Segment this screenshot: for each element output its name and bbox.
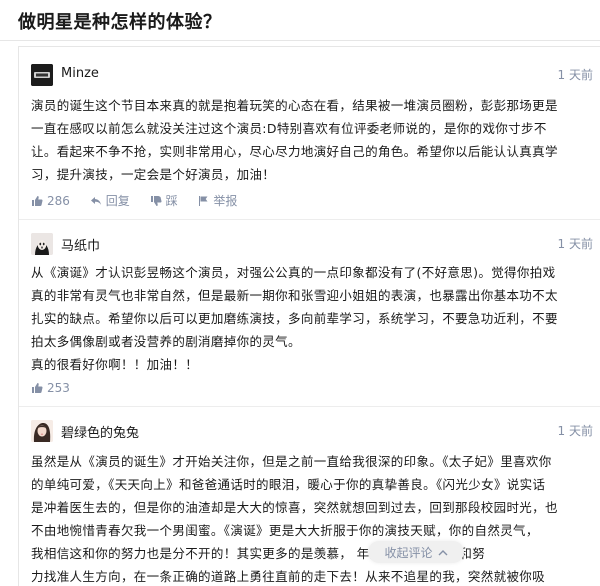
comment-time: 1 天前	[557, 68, 593, 82]
dislike-label: 踩	[165, 194, 178, 208]
comment-text: 演员的诞生这个节目本来真的就是抱着玩笑的心态在看，结果被一堆演员圈粉，彭彭那场更…	[31, 94, 593, 186]
comment-line: 不由地惋惜青春欠我一个男闺蜜。《演诞》更是大大折服于你的演技天赋，你的自然灵气，	[31, 523, 539, 538]
chevron-up-icon	[438, 549, 447, 555]
reply-button[interactable]: 回复	[90, 192, 130, 209]
comment-line: 习，提升演技，一定会是个好演员，加油！	[31, 167, 276, 182]
comment-header: 碧绿色的兔兔 1 天前	[31, 419, 599, 443]
comment-line: 真的很看好你啊！！加油！！	[31, 357, 199, 372]
comment-line: 真的非常有灵气也非常自然，但是最新一期你和张雪迎小姐姐的表演，也暴露出你基本功不…	[31, 288, 558, 303]
collapse-comments-button[interactable]: 收起评论	[368, 541, 464, 563]
report-button[interactable]: 举报	[197, 192, 237, 209]
flag-icon	[199, 195, 208, 206]
author-name[interactable]: 碧绿色的兔兔	[61, 422, 139, 441]
comment-actions: 286 回复 踩 举报	[31, 192, 253, 210]
avatar[interactable]	[31, 420, 53, 442]
author-name[interactable]: Minze	[61, 66, 99, 81]
comment-line: 演员的诞生这个节目本来真的就是抱着玩笑的心态在看，结果被一堆演员圈粉，彭彭那场更…	[31, 98, 558, 113]
reply-label: 回复	[105, 194, 130, 208]
comments-panel: Minze 1 天前 演员的诞生这个节目本来真的就是抱着玩笑的心态在看，结果被一…	[18, 46, 600, 586]
comment-line: 我相信这和你的努力也是分不开的！其实更多的是羡慕， 年纪就能凭借天赋和努	[31, 546, 486, 561]
comment-header: Minze 1 天前	[31, 63, 599, 87]
comment-line: 拍太多偶像剧或者没营养的剧消磨掉你的灵气。	[31, 334, 301, 349]
reply-icon	[90, 196, 101, 205]
comment-header: 马纸巾 1 天前	[31, 232, 599, 256]
comment-line: 虽然是从《演员的诞生》才开始关注你，但是之前一直给我很深的印象。《太子妃》里喜欢…	[31, 454, 552, 469]
comment-line: 是冲着医生去的，但是你的油渣却是大大的惊喜，突然就想回到过去，回到那段校园时光，…	[31, 500, 558, 515]
like-button[interactable]: 286	[31, 194, 70, 208]
comment-divider	[19, 219, 600, 220]
title-divider	[0, 40, 600, 41]
thumbs-down-icon	[150, 195, 162, 206]
comment-line: 一直在感叹以前怎么就没关注过这个演员:D特别喜欢有位评委老师说的，是你的戏你寸步…	[31, 121, 547, 136]
comment-divider	[19, 406, 600, 407]
avatar[interactable]	[31, 233, 53, 255]
dislike-button[interactable]: 踩	[150, 192, 178, 209]
thumbs-up-icon	[32, 382, 43, 393]
comment-line: 从《演诞》才认识彭昱畅这个演员，对强公公真的一点印象都没有了(不好意思)。觉得你…	[31, 265, 556, 280]
comment-time: 1 天前	[557, 424, 593, 438]
like-button[interactable]: 253	[31, 381, 70, 395]
like-count: 253	[47, 380, 70, 395]
comment-text: 虽然是从《演员的诞生》才开始关注你，但是之前一直给我很深的印象。《太子妃》里喜欢…	[31, 450, 593, 586]
comment-actions: 253	[31, 380, 86, 398]
comment-text: 从《演诞》才认识彭昱畅这个演员，对强公公真的一点印象都没有了(不好意思)。觉得你…	[31, 261, 593, 376]
page-title: 做明星是种怎样的体验？	[18, 12, 222, 33]
collapse-label: 收起评论	[384, 545, 433, 560]
like-count: 286	[47, 193, 70, 208]
comment-line: 的单纯可爱，《天天向上》和爸爸通话时的眼泪，暖心于你的真挚善良。《闪光少女》说实…	[31, 477, 546, 492]
comment-line: 力找准人生方向，在一条正确的道路上勇往直前的走下去！从来不追星的我，突然就被你吸	[31, 569, 546, 584]
comment-line: 扎实的缺点。希望你以后可以更加磨练演技，多向前辈学习，系统学习，不要急功近利，不…	[31, 311, 558, 326]
thumbs-up-icon	[32, 195, 43, 206]
comment-line: 让。看起来不争不抢，实则非常用心，尽心尽力地演好自己的角色。希望你以后能认认真真…	[31, 144, 558, 159]
author-name[interactable]: 马纸巾	[61, 235, 100, 254]
comment-time: 1 天前	[557, 237, 593, 251]
avatar[interactable]	[31, 64, 53, 86]
report-label: 举报	[213, 194, 238, 208]
